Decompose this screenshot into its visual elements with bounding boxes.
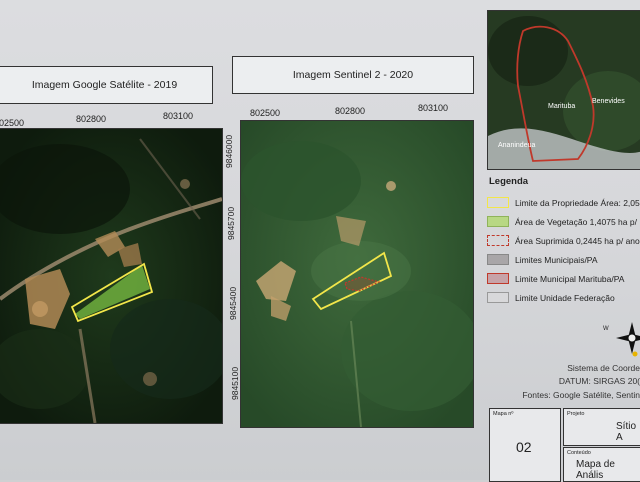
content-value: Mapa de Anális (576, 459, 615, 481)
right-x-tick: 803100 (418, 103, 449, 113)
google-satellite-map[interactable] (0, 128, 223, 424)
sources-text: Fontes: Google Satélite, Sentin (522, 390, 640, 400)
datum-text: DATUM: SIRGAS 20( (558, 376, 640, 386)
project-value: Sítio A (616, 421, 637, 443)
content-label: Conteúdo (567, 450, 591, 456)
left-panel-title-text: Imagem Google Satélite - 2019 (31, 79, 178, 91)
legend-swatch-property (487, 197, 509, 208)
legend-item-property: Limite da Propriedade Área: 2,05 (487, 193, 640, 212)
legend-title: Legenda (489, 176, 529, 187)
map-number-label: Mapa nº (493, 411, 514, 417)
right-panel-title: Imagem Sentinel 2 - 2020 (232, 56, 474, 94)
project-label: Projeto (567, 411, 585, 417)
legend-swatch-federation (487, 292, 509, 303)
legend-label: Limite da Propriedade Área: 2,05 (515, 197, 640, 208)
legend-item-municipal: Limites Municipais/PA (487, 250, 640, 269)
right-y-tick: 9845700 (226, 206, 236, 240)
north-arrow-icon (616, 322, 640, 357)
left-panel-title: Imagem Google Satélite - 2019 (0, 66, 213, 104)
sentinel-map[interactable] (240, 120, 474, 428)
inset-label-marituba: Marituba (548, 103, 575, 110)
legend-label: Limites Municipais/PA (515, 254, 598, 265)
sentinel-image (241, 121, 473, 427)
right-panel-title-text: Imagem Sentinel 2 - 2020 (292, 69, 414, 81)
legend-swatch-vegetation (487, 216, 509, 227)
legend-label: Limite Unidade Federação (515, 292, 615, 303)
left-x-tick: 802800 (76, 114, 107, 124)
legend-item-federation: Limite Unidade Federação (487, 288, 640, 307)
right-y-tick: 9846000 (224, 134, 234, 168)
map-number-value: 02 (516, 439, 532, 455)
google-satellite-image (0, 129, 222, 423)
inset-label-ananindeua: Ananindeua (498, 142, 535, 149)
coordinate-system-text: Sistema de Coorde (567, 363, 640, 373)
inset-image: Marituba Benevides Ananindeua (488, 11, 640, 169)
legend-item-suppressed: Área Suprimida 0,2445 ha p/ ano (487, 231, 640, 250)
compass-west-label: W (603, 326, 609, 332)
project-box: Projeto Sítio A (563, 408, 640, 446)
legend-swatch-municipal (487, 254, 509, 265)
content-box: Conteúdo Mapa de Anális (563, 447, 640, 482)
left-x-tick: 802500 (0, 118, 25, 128)
legend-swatch-marituba (487, 273, 509, 284)
map-sheet: Imagem Google Satélite - 2019 Imagem Sen… (0, 0, 640, 482)
legend-item-vegetation: Área de Vegetação 1,4075 ha p/ (487, 212, 640, 231)
legend-label: Área Suprimida 0,2445 ha p/ ano (515, 235, 640, 246)
map-legend: Legenda Limite da Propriedade Área: 2,05… (487, 176, 640, 307)
right-x-tick: 802800 (335, 106, 366, 116)
inset-locator-map[interactable]: Marituba Benevides Ananindeua (487, 10, 640, 170)
right-y-tick: 9845100 (230, 366, 240, 400)
legend-swatch-suppressed (487, 235, 509, 246)
inset-label-benevides: Benevides (592, 98, 625, 105)
right-y-tick: 9845400 (228, 286, 238, 320)
legend-label: Área de Vegetação 1,4075 ha p/ (515, 216, 637, 227)
legend-label: Limite Municipal Marituba/PA (515, 273, 625, 284)
right-x-tick: 802500 (250, 108, 281, 118)
left-x-tick: 803100 (163, 111, 194, 121)
legend-item-marituba: Limite Municipal Marituba/PA (487, 269, 640, 288)
map-number-box: Mapa nº 02 (489, 408, 561, 482)
